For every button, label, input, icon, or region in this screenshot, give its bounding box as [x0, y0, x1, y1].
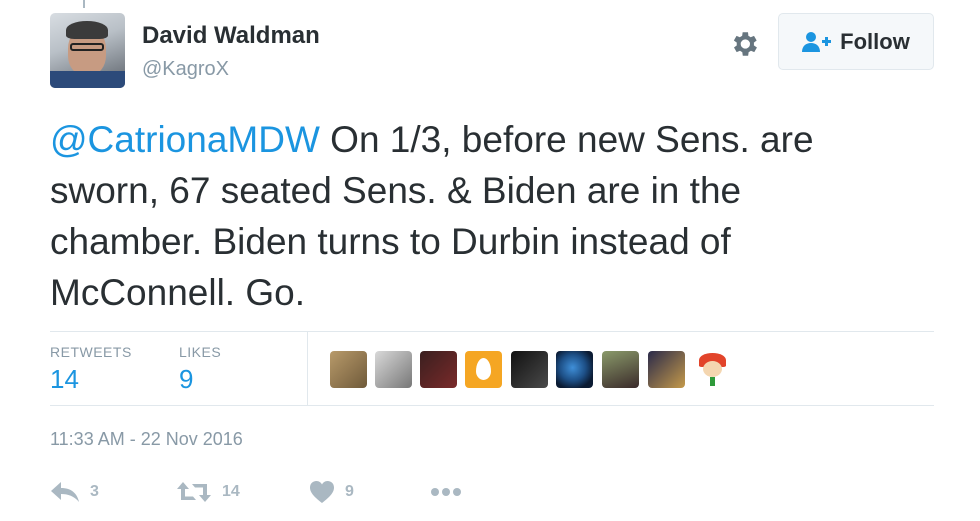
- author-name[interactable]: David Waldman: [142, 22, 320, 50]
- like-count: 9: [345, 483, 354, 500]
- reply-icon: [51, 482, 79, 502]
- tweet-timestamp[interactable]: 11:33 AM - 22 Nov 2016: [50, 429, 243, 450]
- stats-separator: [307, 331, 308, 405]
- follow-button[interactable]: Follow: [778, 13, 934, 70]
- likes-count[interactable]: 9: [179, 364, 193, 395]
- stats-bottom-divider: [50, 405, 934, 406]
- avatar-hair: [66, 21, 108, 39]
- liker-avatar[interactable]: [648, 351, 685, 388]
- stats-top-divider: [50, 331, 934, 332]
- cartoon-face: [703, 361, 722, 377]
- liker-avatar[interactable]: [420, 351, 457, 388]
- liker-avatar[interactable]: [330, 351, 367, 388]
- reply-count: 3: [90, 483, 99, 500]
- more-dots-icon: [431, 488, 461, 496]
- liker-avatar[interactable]: [602, 351, 639, 388]
- liker-avatar[interactable]: [511, 351, 548, 388]
- mention-link[interactable]: @CatrionaMDW: [50, 119, 320, 160]
- retweets-label[interactable]: RETWEETS: [50, 344, 132, 360]
- avatar-glasses: [70, 43, 104, 51]
- liker-avatar[interactable]: [465, 351, 502, 388]
- follow-button-label: Follow: [840, 28, 910, 54]
- heart-icon: [310, 481, 334, 503]
- retweets-count[interactable]: 14: [50, 364, 79, 395]
- liker-avatar[interactable]: [556, 351, 593, 388]
- cartoon-tie: [710, 377, 715, 386]
- thread-connector: [83, 0, 85, 8]
- tweet-line-3: chamber. Biden turns to Durbin instead o…: [50, 221, 731, 262]
- avatar-shirt: [50, 71, 125, 88]
- egg-icon: [476, 358, 491, 380]
- retweet-icon: [177, 482, 211, 502]
- follow-person-icon: [802, 31, 832, 52]
- likes-label[interactable]: LIKES: [179, 344, 221, 360]
- gear-icon[interactable]: [728, 28, 760, 60]
- liker-avatar[interactable]: [375, 351, 412, 388]
- more-action[interactable]: [430, 478, 462, 506]
- tweet-line-2: sworn, 67 seated Sens. & Biden are in th…: [50, 170, 742, 211]
- tweet-line-4: McConnell. Go.: [50, 272, 305, 313]
- tweet-line-1: @CatrionaMDW On 1/3, before new Sens. ar…: [50, 114, 930, 165]
- tweet-text: @CatrionaMDW On 1/3, before new Sens. ar…: [50, 114, 930, 318]
- retweet-count: 14: [222, 483, 240, 500]
- liker-avatar[interactable]: [694, 351, 731, 388]
- reply-action[interactable]: 3: [50, 478, 99, 506]
- retweet-action[interactable]: 14: [176, 478, 240, 506]
- author-avatar[interactable]: [50, 13, 125, 88]
- author-handle[interactable]: @KagroX: [142, 58, 229, 81]
- tweet-line-1-text: On 1/3, before new Sens. are: [319, 119, 814, 160]
- like-action[interactable]: 9: [309, 478, 354, 506]
